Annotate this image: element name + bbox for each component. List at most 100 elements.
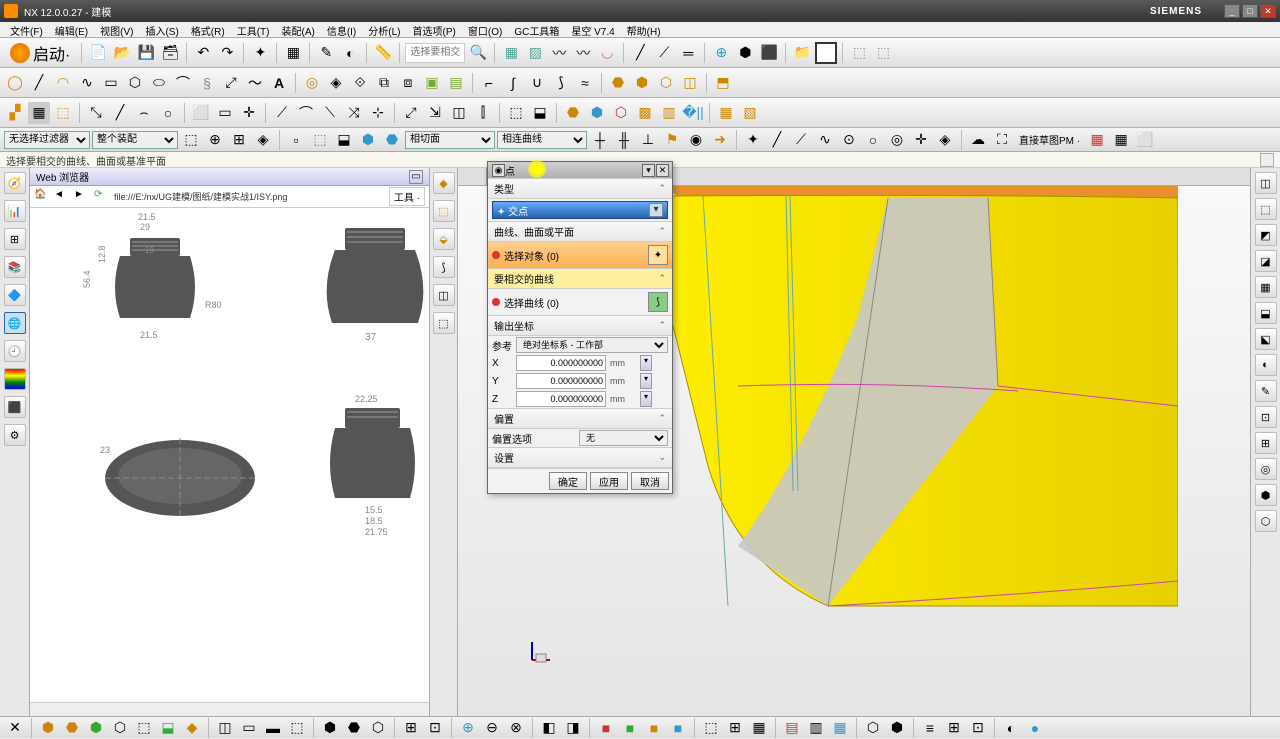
s5-icon[interactable]: ⬒	[712, 72, 734, 94]
folder-icon[interactable]: 📁	[791, 42, 813, 64]
rv1-icon[interactable]: ◫	[1255, 172, 1277, 194]
c4-icon[interactable]: ⟆	[550, 72, 572, 94]
saveall-icon[interactable]: 🗃	[159, 42, 181, 64]
off6-icon[interactable]: ▣	[421, 72, 443, 94]
g4-icon[interactable]: ⚑	[661, 129, 683, 151]
select-curve-row[interactable]: 选择曲线 (0) ⟆	[488, 289, 672, 315]
scope-filter-combo[interactable]: 整个装配	[92, 131, 178, 149]
menu-analysis[interactable]: 分析(L)	[362, 22, 406, 37]
section-settings[interactable]: 设置⌄	[488, 447, 672, 468]
section-offset[interactable]: 偏置⌃	[488, 408, 672, 429]
rv12-icon[interactable]: ◎	[1255, 458, 1277, 480]
rv10-icon[interactable]: ⊡	[1255, 406, 1277, 428]
new-icon[interactable]: 📄	[87, 42, 109, 64]
m3-icon[interactable]: ◫	[448, 102, 470, 124]
z-spin[interactable]: ▾	[640, 391, 652, 407]
menu-edit[interactable]: 编辑(E)	[49, 22, 94, 37]
feat-datum-icon[interactable]: ◆	[433, 172, 455, 194]
r1-icon[interactable]: ⬜	[190, 102, 212, 124]
ellipse-icon[interactable]: ⬭	[148, 72, 170, 94]
t1-icon[interactable]: ⟋	[271, 102, 293, 124]
f1-icon[interactable]: ⬚	[180, 129, 202, 151]
f5-icon[interactable]: ▫	[285, 129, 307, 151]
wave-icon[interactable]: 〜	[244, 72, 266, 94]
select-object-row[interactable]: 选择对象 (0) ✦	[488, 242, 672, 268]
rv8-icon[interactable]: ◐	[1255, 354, 1277, 376]
rv4-icon[interactable]: ◪	[1255, 250, 1277, 272]
h4-icon[interactable]: ∿	[814, 129, 836, 151]
box1-icon[interactable]: ▦	[500, 42, 522, 64]
l3-icon[interactable]: ⌢	[133, 102, 155, 124]
web-tools-menu[interactable]: 工具 ·	[389, 187, 425, 206]
menu-view[interactable]: 视图(V)	[94, 22, 139, 37]
section-output[interactable]: 输出坐标⌃	[488, 315, 672, 336]
select-object-button[interactable]: ✦	[648, 245, 668, 265]
nav-asm-icon[interactable]: 📊	[4, 200, 26, 222]
off4-icon[interactable]: ⧉	[373, 72, 395, 94]
l4-icon[interactable]: ○	[157, 102, 179, 124]
g1-icon[interactable]: ┼	[589, 129, 611, 151]
sketch-pm-label[interactable]: 直接草图PM ·	[1015, 132, 1084, 147]
minimize-button[interactable]: _	[1224, 4, 1240, 18]
menu-help[interactable]: 帮助(H)	[621, 22, 667, 37]
feat-sweep-icon[interactable]: ⟆	[433, 256, 455, 278]
feat-shell-icon[interactable]: ◫	[433, 284, 455, 306]
line-icon[interactable]: ╱	[28, 72, 50, 94]
dialog-titlebar[interactable]: ◉ 点 ▾ ✕	[488, 162, 672, 178]
section-intersect-curve[interactable]: 要相交的曲线⌃	[488, 268, 672, 289]
h9-icon[interactable]: ◈	[934, 129, 956, 151]
nav-color-icon[interactable]	[4, 368, 26, 390]
layer-combo[interactable]: 相切面	[405, 131, 495, 149]
s4-icon[interactable]: ◫	[679, 72, 701, 94]
menu-prefs[interactable]: 首选项(P)	[407, 22, 462, 37]
ok-button[interactable]: 确定	[549, 472, 587, 490]
menu-window[interactable]: 窗口(O)	[462, 22, 508, 37]
f4-icon[interactable]: ◈	[252, 129, 274, 151]
block-icon[interactable]: ▦	[282, 42, 304, 64]
wire2-icon[interactable]: ⬚	[872, 42, 894, 64]
grid2-icon[interactable]: ▦	[1110, 129, 1132, 151]
fillet-icon[interactable]: ⌒	[172, 72, 194, 94]
sk1-icon[interactable]: ▞	[4, 102, 26, 124]
c1-icon[interactable]: ⌐	[478, 72, 500, 94]
section-type[interactable]: 类型⌃	[488, 178, 672, 199]
measure-icon[interactable]: 📏	[372, 42, 394, 64]
g5-icon[interactable]: ◉	[685, 129, 707, 151]
y-spin[interactable]: ▾	[640, 373, 652, 389]
search-icon[interactable]: 🔍	[467, 42, 489, 64]
b6-icon[interactable]: �||	[682, 102, 704, 124]
par-icon[interactable]: ═	[677, 42, 699, 64]
b2-icon[interactable]: ⬢	[586, 102, 608, 124]
h7-icon[interactable]: ◎	[886, 129, 908, 151]
arc2-icon[interactable]: ◠	[52, 72, 74, 94]
rv5-icon[interactable]: ▦	[1255, 276, 1277, 298]
b4-icon[interactable]: ▩	[634, 102, 656, 124]
curve-combo[interactable]: 相连曲线	[497, 131, 587, 149]
maximize-button[interactable]: □	[1242, 4, 1258, 18]
dialog-pin-icon[interactable]: ◉	[492, 164, 505, 177]
feat-revolve-icon[interactable]: ⬙	[433, 228, 455, 250]
rv13-icon[interactable]: ⬢	[1255, 484, 1277, 506]
dim-icon[interactable]: ⤢	[220, 72, 242, 94]
wire1-icon[interactable]: ⬚	[848, 42, 870, 64]
x-spin[interactable]: ▾	[640, 355, 652, 371]
apply-button[interactable]: 应用	[590, 472, 628, 490]
f9-icon[interactable]: ⬣	[381, 129, 403, 151]
off3-icon[interactable]: ⟐	[349, 72, 371, 94]
b1-icon[interactable]: ⬣	[562, 102, 584, 124]
rv6-icon[interactable]: ⬓	[1255, 302, 1277, 324]
offset-combo[interactable]: 无	[579, 430, 668, 446]
spline-icon[interactable]: ∿	[76, 72, 98, 94]
rv3-icon[interactable]: ◩	[1255, 224, 1277, 246]
menu-insert[interactable]: 插入(S)	[139, 22, 184, 37]
g2-icon[interactable]: ╫	[613, 129, 635, 151]
curve2-icon[interactable]: 〰	[572, 42, 594, 64]
m4-icon[interactable]: ⫿	[472, 102, 494, 124]
l1-icon[interactable]: ⤡	[85, 102, 107, 124]
web-fwd-icon[interactable]: ►	[74, 189, 90, 205]
web-back-icon[interactable]: ◄	[54, 189, 70, 205]
b5-icon[interactable]: ▥	[658, 102, 680, 124]
color-swatch[interactable]	[815, 42, 837, 64]
g6-icon[interactable]: ➜	[709, 129, 731, 151]
select-curve-button[interactable]: ⟆	[648, 292, 668, 312]
